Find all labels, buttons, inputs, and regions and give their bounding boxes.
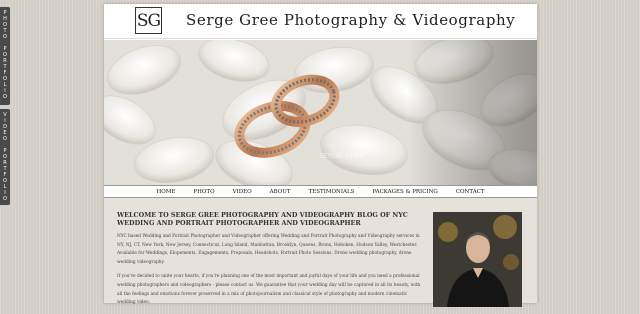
page-container: SG Serge Gree Photography & Videography xyxy=(104,4,537,307)
hero-watermark: SERGE GREE xyxy=(319,152,364,160)
photo-portfolio-tab[interactable]: PHOTO PORTFOLIO xyxy=(0,6,11,106)
nav-home[interactable]: HOME xyxy=(147,189,184,195)
video-portfolio-label: VIDEO PORTFOLIO xyxy=(2,112,8,202)
intro-paragraph: NYC based Wedding and Portrait Photograp… xyxy=(117,234,420,265)
nav-video[interactable]: VIDEO xyxy=(224,189,261,195)
nav-about[interactable]: ABOUT xyxy=(261,189,300,195)
side-portfolio-tabs: PHOTO PORTFOLIO VIDEO PORTFOLIO xyxy=(0,6,11,208)
content-area: WELCOME TO SERGE GREE PHOTOGRAPHY AND VI… xyxy=(104,198,537,307)
site-header: SG Serge Gree Photography & Videography xyxy=(104,4,537,39)
nav-packages-pricing[interactable]: PACKAGES & PRICING xyxy=(363,189,446,195)
nav-testimonials[interactable]: TESTIMONIALS xyxy=(300,189,364,195)
nav-photo[interactable]: PHOTO xyxy=(184,189,223,195)
wedding-rings-image: SERGE GREE xyxy=(104,40,537,185)
video-portfolio-tab[interactable]: VIDEO PORTFOLIO xyxy=(0,108,11,206)
portrait-image xyxy=(433,212,522,307)
main-nav: HOME PHOTO VIDEO ABOUT TESTIMONIALS PACK… xyxy=(104,185,537,198)
photographer-portrait xyxy=(433,212,522,307)
nav-contact[interactable]: CONTACT xyxy=(447,189,494,195)
site-title[interactable]: Serge Gree Photography & Videography xyxy=(186,11,515,29)
hero-image: SERGE GREE xyxy=(104,40,537,185)
photo-portfolio-label: PHOTO PORTFOLIO xyxy=(2,10,8,100)
site-logo[interactable]: SG xyxy=(135,7,162,34)
welcome-heading: WELCOME TO SERGE GREE PHOTOGRAPHY AND VI… xyxy=(117,211,408,227)
main-column: WELCOME TO SERGE GREE PHOTOGRAPHY AND VI… xyxy=(117,211,422,314)
